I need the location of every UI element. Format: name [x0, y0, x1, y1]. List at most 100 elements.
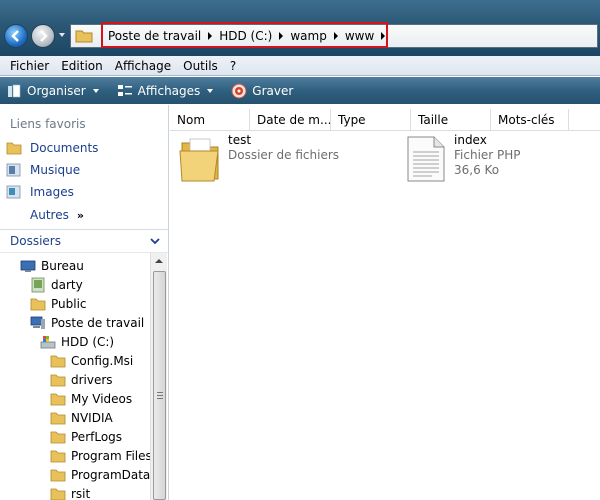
computer-icon — [30, 316, 45, 329]
favorite-documents[interactable]: Documents — [6, 140, 98, 156]
file-type: Dossier de fichiers — [228, 148, 340, 162]
breadcrumb-item[interactable]: HDD (C:) — [215, 29, 276, 43]
file-size: 36,6 Ko — [454, 163, 500, 177]
organiser-label: Organiser — [27, 83, 86, 98]
graver-button[interactable]: Graver — [231, 83, 293, 99]
tree-item-hdd-c[interactable]: HDD (C:) — [40, 334, 114, 350]
history-dropdown-icon[interactable] — [59, 33, 65, 37]
affichages-label: Affichages — [137, 83, 201, 98]
breadcrumb-item[interactable]: www — [341, 29, 378, 43]
menu-bar: Fichier Edition Affichage Outils ? — [0, 56, 600, 76]
navigation-pane: Liens favoris Documents Musique Images A… — [0, 105, 169, 500]
tree-item-drivers[interactable]: drivers — [50, 372, 113, 388]
tree-label: HDD (C:) — [61, 335, 115, 349]
chevron-down-icon — [150, 238, 160, 245]
double-chevron-icon: » — [76, 208, 84, 222]
folder-icon — [50, 431, 66, 444]
tree-item-public[interactable]: Public — [30, 296, 87, 312]
favorites-title: Liens favoris — [10, 117, 86, 131]
folder-icon — [75, 30, 93, 43]
folders-title: Dossiers — [10, 234, 61, 248]
folder-icon — [50, 450, 66, 463]
back-button[interactable] — [4, 24, 28, 48]
tree-label: PerfLogs — [71, 430, 123, 444]
tree-item-program-files[interactable]: Program Files — [50, 448, 150, 464]
favorite-label: Musique — [30, 163, 81, 177]
forward-button[interactable] — [31, 24, 55, 48]
column-header: Nom Date de m... Type Taille Mots-clés — [170, 109, 600, 131]
tree-label: My Videos — [71, 392, 133, 406]
menu-fichier[interactable]: Fichier — [4, 59, 55, 73]
folder-icon — [50, 393, 66, 406]
tree-item-bureau[interactable]: Bureau — [20, 258, 84, 274]
folder-icon — [50, 355, 66, 368]
arrow-left-icon — [11, 30, 19, 42]
hard-drive-icon — [40, 336, 56, 349]
breadcrumb-separator-icon[interactable] — [279, 32, 284, 40]
folder-icon — [179, 138, 219, 182]
favorite-label: Images — [30, 185, 74, 199]
views-icon — [117, 84, 132, 96]
file-list-pane: Nom Date de m... Type Taille Mots-clés t… — [170, 105, 600, 500]
column-taille[interactable]: Taille — [411, 109, 491, 131]
column-date[interactable]: Date de m... — [250, 109, 331, 131]
organiser-button[interactable]: Organiser — [6, 83, 99, 99]
breadcrumb-item[interactable]: Poste de travail — [104, 29, 205, 43]
column-type[interactable]: Type — [331, 109, 411, 131]
file-item-index[interactable]: index Fichier PHP 36,6 Ko — [404, 133, 521, 183]
folder-icon — [50, 412, 66, 425]
breadcrumb-separator-icon[interactable] — [208, 32, 213, 40]
favorite-label: Documents — [30, 141, 99, 155]
organize-icon — [8, 84, 21, 97]
tree-label: Public — [51, 297, 87, 311]
tree-item-poste-de-travail[interactable]: Poste de travail — [30, 315, 144, 331]
scroll-thumb[interactable] — [153, 271, 166, 500]
breadcrumb-separator-icon[interactable] — [381, 32, 386, 40]
menu-edition[interactable]: Edition — [55, 59, 109, 73]
pictures-folder-icon — [6, 185, 21, 199]
breadcrumb-item[interactable]: wamp — [286, 29, 330, 43]
file-name: index — [454, 133, 487, 147]
user-folder-icon — [31, 277, 45, 293]
tree-label: drivers — [71, 373, 113, 387]
menu-outils[interactable]: Outils — [177, 59, 224, 73]
tree-item-perflogs[interactable]: PerfLogs — [50, 429, 122, 445]
folder-tree-scrollbar[interactable] — [150, 253, 167, 500]
tree-label: darty — [51, 278, 83, 292]
affichages-button[interactable]: Affichages — [117, 83, 214, 99]
caret-down-icon — [207, 88, 214, 93]
breadcrumb-separator-icon[interactable] — [333, 32, 338, 40]
column-mots-cles[interactable]: Mots-clés — [491, 109, 569, 131]
folders-header[interactable]: Dossiers — [0, 229, 168, 253]
tree-item-darty[interactable]: darty — [30, 277, 83, 293]
favorite-images[interactable]: Images — [6, 184, 74, 200]
column-nom[interactable]: Nom — [170, 109, 250, 131]
graver-label: Graver — [252, 83, 294, 98]
tree-label: Config.Msi — [71, 354, 134, 368]
php-file-icon — [407, 136, 445, 182]
tree-label: Bureau — [41, 259, 84, 273]
tree-label: ProgramData — [71, 468, 150, 482]
favorite-musique[interactable]: Musique — [6, 162, 80, 178]
tree-item-programdata[interactable]: ProgramData — [50, 467, 150, 483]
grip-icon — [157, 392, 163, 401]
scroll-up-icon[interactable] — [155, 259, 163, 263]
folder-icon — [50, 469, 66, 482]
tree-label: NVIDIA — [71, 411, 113, 425]
file-type: Fichier PHP — [454, 148, 521, 162]
tree-label: Program Files — [71, 449, 150, 463]
tree-item-nvidia[interactable]: NVIDIA — [50, 410, 113, 426]
burn-disc-icon — [231, 83, 247, 98]
menu-help[interactable]: ? — [224, 59, 242, 73]
favorite-more[interactable]: Autres » — [30, 208, 84, 222]
command-bar: Organiser Affichages Graver — [0, 77, 600, 104]
folder-icon — [50, 488, 66, 500]
tree-item-rsit[interactable]: rsit — [50, 486, 90, 500]
caret-down-icon — [92, 88, 99, 93]
tree-label: Poste de travail — [51, 316, 145, 330]
folder-icon — [50, 374, 66, 387]
file-item-test[interactable]: test Dossier de fichiers — [178, 133, 339, 183]
tree-item-config-msi[interactable]: Config.Msi — [50, 353, 133, 369]
menu-affichage[interactable]: Affichage — [109, 59, 177, 73]
tree-item-my-videos[interactable]: My Videos — [50, 391, 132, 407]
